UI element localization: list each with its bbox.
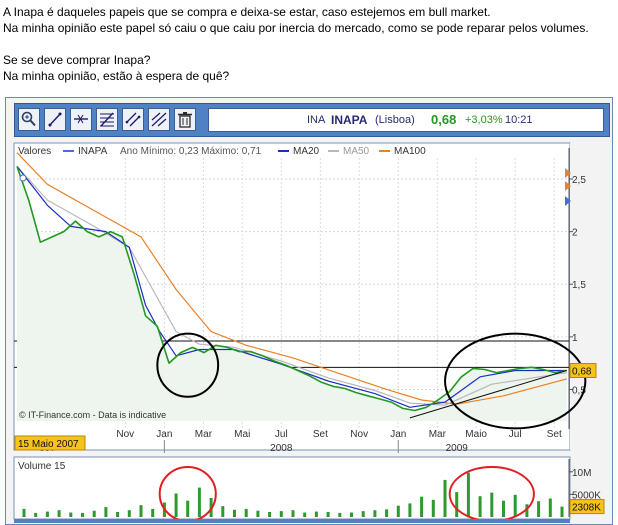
- volume-bar: [233, 509, 236, 517]
- x-tick-label: Mar: [429, 429, 447, 440]
- volume-bar: [104, 507, 108, 517]
- volume-bar: [326, 512, 330, 517]
- volume-bar: [490, 492, 494, 517]
- volume-bar: [197, 487, 201, 517]
- volume-bar: [22, 508, 26, 517]
- series-start-marker: [19, 174, 27, 182]
- price-y-tick-label: 2,5: [572, 175, 586, 186]
- x-tick-label: Set: [313, 429, 328, 440]
- volume-label: Volume 15: [18, 461, 66, 472]
- volume-bar: [151, 508, 155, 517]
- x-tick-label: Nov: [350, 429, 368, 440]
- volume-bar: [174, 493, 178, 517]
- price-y-tick-label: 2: [572, 228, 578, 239]
- volume-bar: [408, 503, 412, 517]
- volume-bar: [57, 510, 61, 517]
- legend-range: Ano Mínimo: 0,23 Máximo: 0,71: [120, 146, 262, 157]
- x-tick-label: Mar: [195, 429, 213, 440]
- volume-bar: [81, 512, 84, 517]
- volume-bar: [373, 510, 377, 517]
- volume-bar: [466, 472, 470, 517]
- volume-bar: [478, 496, 482, 517]
- volume-y-tick-label: 10M: [572, 468, 591, 479]
- volume-bar: [548, 498, 552, 517]
- volume-bar: [127, 510, 131, 517]
- volume-bar: [116, 512, 120, 517]
- year-label: 2009: [446, 443, 469, 454]
- price-y-tick-label: 1,5: [572, 280, 586, 291]
- legend-ma100: MA100: [394, 146, 426, 157]
- volume-bar: [361, 511, 365, 517]
- volume-bar: [385, 509, 389, 517]
- volume-bar: [268, 512, 272, 517]
- volume-bar: [560, 506, 564, 517]
- year-label: 2008: [270, 443, 293, 454]
- last-volume-label: 2308K: [572, 503, 601, 514]
- volume-bar: [513, 494, 517, 517]
- price-chart: Valores INAPA Ano Mínimo: 0,23 Máximo: 0,7…: [13, 142, 608, 523]
- price-y-tick-label: 1: [572, 333, 578, 344]
- volume-bar: [502, 500, 505, 517]
- last-price-label: 0,68: [572, 367, 592, 378]
- volume-bar: [303, 512, 307, 517]
- x-tick-label: Jul: [509, 429, 522, 440]
- legend-ma50: MA50: [343, 146, 370, 157]
- x-tick-label: Jan: [390, 429, 406, 440]
- x-tick-label: Maio: [465, 429, 487, 440]
- x-tick-label: Jul: [275, 429, 288, 440]
- volume-bar: [186, 500, 190, 517]
- legend-inapa: INAPA: [78, 146, 108, 157]
- bottom-scrollbar: [14, 519, 570, 523]
- legend-prefix: Valores: [18, 146, 51, 157]
- volume-bar: [34, 512, 38, 517]
- legend-ma20: MA20: [293, 146, 320, 157]
- x-tick-label: Set: [547, 429, 562, 440]
- volume-bar: [92, 510, 96, 517]
- volume-bar: [537, 501, 541, 517]
- x-tick-label: Nov: [116, 429, 134, 440]
- x-tick-label: Mai: [234, 429, 250, 440]
- volume-bar: [256, 510, 260, 517]
- volume-bar: [350, 512, 353, 517]
- volume-bar: [69, 512, 73, 517]
- volume-bar: [244, 508, 248, 517]
- volume-bar: [443, 479, 447, 517]
- volume-bar: [455, 492, 459, 517]
- x-tick-label: Jan: [156, 429, 172, 440]
- volume-bar: [314, 511, 318, 517]
- volume-bar: [338, 512, 342, 517]
- volume-bar: [45, 511, 49, 517]
- volume-bar: [420, 496, 424, 517]
- volume-bar: [221, 506, 225, 517]
- volume-bar: [431, 499, 435, 517]
- volume-bar: [396, 505, 400, 517]
- volume-bar: [279, 511, 283, 517]
- volume-bar: [291, 510, 295, 517]
- start-date-label: 15 Maio 2007: [18, 439, 79, 450]
- chart-watermark: © IT-Finance.com - Data is indicative: [19, 410, 166, 420]
- volume-bar: [139, 505, 143, 517]
